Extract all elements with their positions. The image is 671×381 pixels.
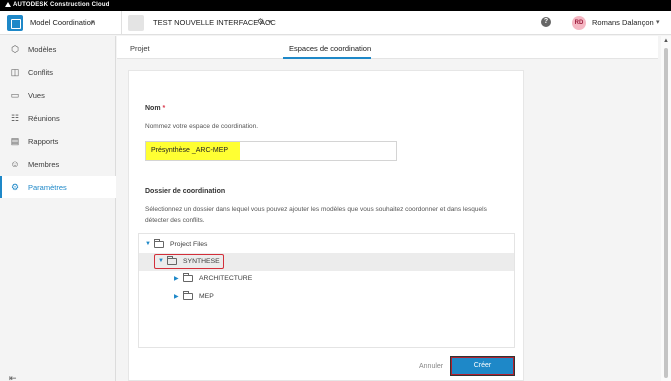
sidebar-item-modeles[interactable]: ⬡ Modèles — [0, 38, 116, 60]
chevron-down-icon[interactable]: ▾ — [268, 18, 272, 26]
cube-icon: ⬡ — [11, 44, 19, 54]
sidebar: ⬡ Modèles ◫ Conflits ▭ Vues ☷ Réunions ▤… — [0, 36, 116, 381]
tree-row-label: Project Files — [170, 241, 208, 248]
tab-espaces-de-coordination[interactable]: Espaces de coordination — [289, 44, 371, 53]
folder-label: Dossier de coordination — [145, 188, 226, 195]
tree-row-mep[interactable]: ▶ MEP — [139, 288, 514, 306]
help-icon[interactable]: ? — [541, 17, 551, 27]
create-button[interactable]: Créer — [451, 357, 514, 375]
folder-icon — [183, 291, 193, 300]
sidebar-item-parametres[interactable]: ⚙ Paramètres — [0, 176, 116, 198]
chevron-down-icon[interactable]: ▾ — [91, 18, 95, 26]
scrollbar[interactable]: ▲ — [661, 36, 671, 381]
folder-icon — [183, 273, 193, 282]
tree-row-synthese[interactable]: ▼ SYNTHESE — [139, 253, 514, 271]
brand-bar: AUTODESK Construction Cloud — [0, 0, 671, 11]
collapse-sidebar-icon[interactable]: ⇤ — [9, 373, 17, 381]
meeting-icon: ☷ — [10, 113, 20, 123]
tree-row-project-files[interactable]: ▼ Project Files — [139, 236, 514, 254]
main-content: Nom * Nommez votre espace de coordinatio… — [117, 59, 658, 381]
views-icon: ▭ — [10, 90, 20, 100]
gear-icon: ⚙ — [10, 182, 20, 192]
caret-down-icon[interactable]: ▼ — [158, 258, 164, 264]
sidebar-item-rapports[interactable]: ▤ Rapports — [0, 130, 116, 152]
sidebar-item-label: Réunions — [28, 114, 60, 123]
sidebar-item-reunions[interactable]: ☷ Réunions — [0, 107, 116, 129]
gear-icon[interactable]: ⚙ — [257, 17, 264, 26]
folder-icon — [167, 256, 177, 265]
tree-row-architecture[interactable]: ▶ ARCHITECTURE — [139, 270, 514, 288]
sidebar-item-membres[interactable]: ☺ Membres — [0, 153, 116, 175]
avatar[interactable]: RD — [572, 16, 586, 30]
sidebar-item-label: Vues — [28, 91, 45, 100]
folder-help: Sélectionnez un dossier dans lequel vous… — [145, 206, 487, 224]
required-mark: * — [162, 105, 166, 112]
clash-icon: ◫ — [10, 67, 20, 77]
tree-row-label: MEP — [199, 293, 214, 300]
sidebar-item-label: Rapports — [28, 137, 59, 146]
cancel-button[interactable]: Annuler — [419, 363, 443, 370]
coordination-space-form: Nom * Nommez votre espace de coordinatio… — [128, 70, 524, 381]
name-help: Nommez votre espace de coordination. — [145, 123, 259, 130]
sidebar-item-label: Paramètres — [28, 183, 67, 192]
folder-tree: ▼ Project Files ▼ SYNTHESE ▶ ARCHITECTUR… — [138, 233, 515, 348]
top-bar: Model Coordination ▾ TEST NOUVELLE INTER… — [0, 11, 671, 35]
scroll-up-icon[interactable]: ▲ — [663, 38, 669, 44]
members-icon: ☺ — [10, 159, 20, 169]
module-switcher[interactable]: Model Coordination — [30, 18, 95, 27]
brand-text: AUTODESK Construction Cloud — [13, 2, 110, 8]
report-icon: ▤ — [10, 136, 20, 146]
autodesk-logo-icon — [5, 2, 11, 7]
caret-down-icon[interactable]: ▼ — [145, 241, 151, 247]
tree-row-label: SYNTHESE — [183, 258, 220, 265]
caret-right-icon[interactable]: ▶ — [174, 275, 179, 282]
name-input[interactable]: Présynthèse _ARC-MEP — [145, 141, 397, 161]
user-menu[interactable]: Romans Dalançon — [592, 18, 654, 27]
caret-right-icon[interactable]: ▶ — [174, 293, 179, 300]
scroll-thumb[interactable] — [664, 48, 668, 378]
chevron-down-icon[interactable]: ▾ — [656, 18, 660, 26]
model-coordination-logo-icon — [7, 15, 23, 31]
sidebar-item-conflits[interactable]: ◫ Conflits — [0, 61, 116, 83]
sidebar-item-label: Conflits — [28, 68, 54, 77]
sidebar-item-label: Membres — [28, 160, 60, 169]
name-label: Nom * — [145, 105, 165, 112]
tab-projet[interactable]: Projet — [130, 44, 150, 53]
tree-row-label: ARCHITECTURE — [199, 275, 253, 282]
folder-icon — [154, 239, 164, 248]
tab-bar: Projet Espaces de coordination — [117, 36, 658, 59]
sidebar-item-label: Modèles — [28, 45, 57, 54]
name-label-text: Nom — [145, 105, 161, 112]
divider — [121, 11, 122, 35]
sidebar-item-vues[interactable]: ▭ Vues — [0, 84, 116, 106]
name-input-value: Présynthèse _ARC-MEP — [151, 147, 229, 154]
project-thumbnail — [128, 15, 144, 31]
